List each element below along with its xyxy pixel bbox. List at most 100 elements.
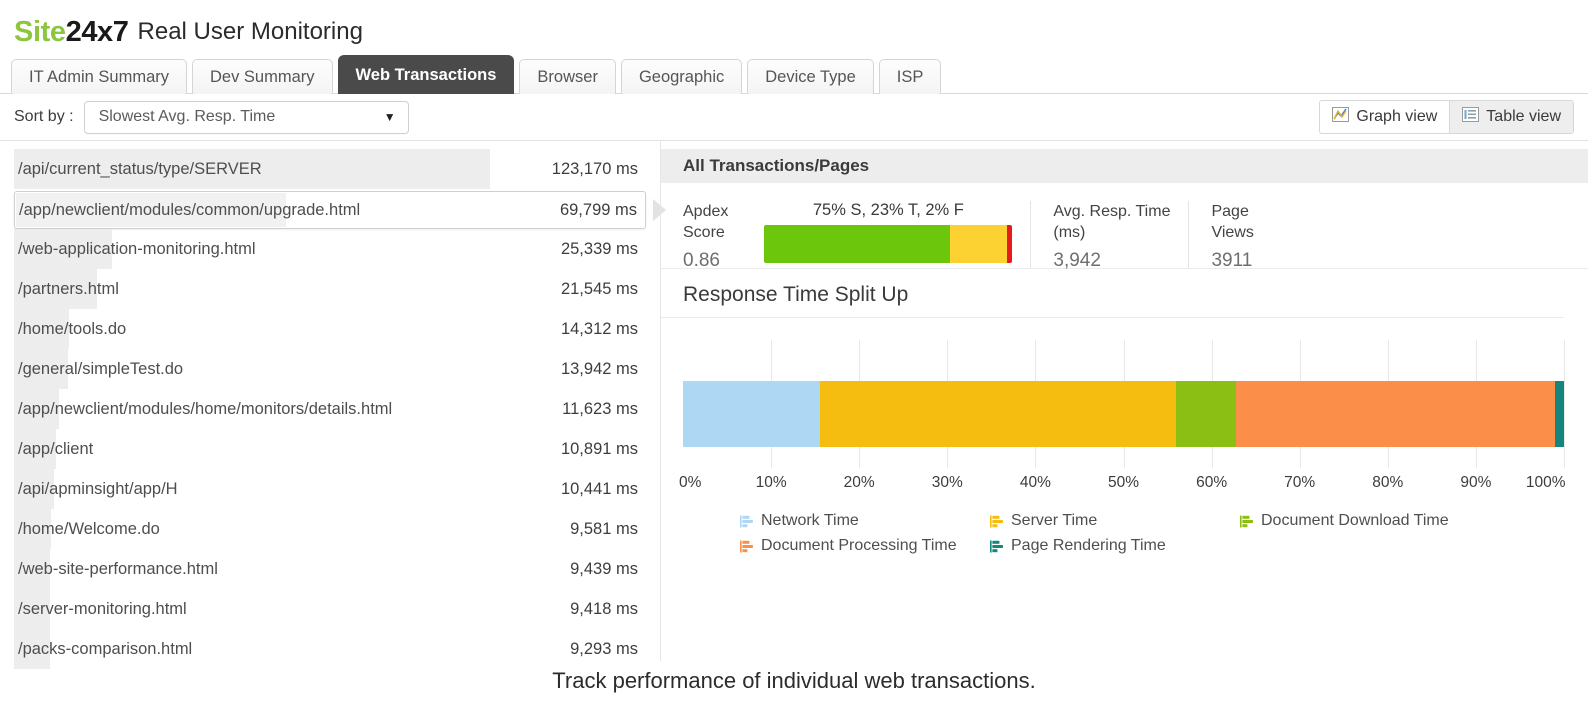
transaction-row-value: 11,623 ms xyxy=(562,389,638,429)
chart-x-tick-label: 10% xyxy=(756,474,787,492)
bar-segment-network-time[interactable] xyxy=(683,381,820,447)
chart-x-tick-label: 80% xyxy=(1372,474,1403,492)
graph-view-button[interactable]: Graph view xyxy=(1320,101,1449,133)
transaction-row[interactable]: /app/client10,891 ms xyxy=(14,429,646,469)
legend-item[interactable]: Network Time xyxy=(739,512,989,530)
transaction-list: /api/current_status/type/SERVER 123,170 m… xyxy=(0,141,660,661)
page-views-label-line1: Page xyxy=(1211,201,1253,222)
bar-segment-document-processing-time[interactable] xyxy=(1236,381,1555,447)
avg-resp-label-line1: Avg. Resp. Time xyxy=(1053,201,1170,222)
transaction-row-name: /app/newclient/modules/common/upgrade.ht… xyxy=(19,192,360,228)
chart-x-axis: 0%10%20%30%40%50%60%70%80%90%100% xyxy=(683,474,1564,498)
chart-x-tick-label: 40% xyxy=(1020,474,1051,492)
logo-site-text: Site xyxy=(14,16,66,48)
table-view-label: Table view xyxy=(1486,108,1561,126)
legend-item[interactable]: Server Time xyxy=(989,512,1239,530)
kpi-apdex: Apdex Score 0.86 75% S, 23% T, 2% F xyxy=(661,201,1030,268)
transaction-row-name: /packs-comparison.html xyxy=(18,629,192,669)
sort-by-value: Slowest Avg. Resp. Time xyxy=(99,108,276,126)
bar-segment-document-download-time[interactable] xyxy=(1176,381,1236,447)
transaction-row-value: 10,441 ms xyxy=(561,469,638,509)
transaction-row-name: /api/current_status/type/SERVER xyxy=(18,149,262,189)
apdex-label-line1: Apdex xyxy=(683,201,728,222)
chart-gridline xyxy=(1564,340,1565,468)
apdex-segment-frustrated xyxy=(1007,225,1012,263)
transaction-row-value: 9,439 ms xyxy=(570,549,638,589)
graph-view-label: Graph view xyxy=(1356,108,1437,126)
transaction-row-value: 9,293 ms xyxy=(570,629,638,669)
chart-x-tick-label: 100% xyxy=(1526,474,1566,492)
tab-dev-summary[interactable]: Dev Summary xyxy=(192,59,333,95)
product-title: Real User Monitoring xyxy=(138,18,363,46)
content-area: /api/current_status/type/SERVER 123,170 m… xyxy=(0,141,1588,661)
transaction-row[interactable]: /app/newclient/modules/home/monitors/det… xyxy=(14,389,646,429)
apdex-segment-satisfied xyxy=(764,225,950,263)
apdex-value: 0.86 xyxy=(683,250,728,272)
chart-x-tick-label: 60% xyxy=(1196,474,1227,492)
transaction-row-name: /app/client xyxy=(18,429,93,469)
apdex-breakdown-caption: 75% S, 23% T, 2% F xyxy=(764,201,1012,220)
chart-x-tick-label: 30% xyxy=(932,474,963,492)
page-caption: Track performance of individual web tran… xyxy=(0,668,1588,694)
tab-it-admin-summary[interactable]: IT Admin Summary xyxy=(11,59,187,95)
legend-item[interactable]: Document Processing Time xyxy=(739,537,989,555)
transaction-row-name: /home/Welcome.do xyxy=(18,509,160,549)
avg-resp-label-line2: (ms) xyxy=(1053,222,1170,243)
tab-browser[interactable]: Browser xyxy=(519,59,616,95)
site24x7-logo: Site24x7 xyxy=(14,16,129,49)
kpi-row: Apdex Score 0.86 75% S, 23% T, 2% F Avg.… xyxy=(661,183,1588,269)
logo-num-text: 24x7 xyxy=(66,16,129,48)
transaction-row-value: 123,170 ms xyxy=(552,149,638,189)
transaction-row-value: 21,545 ms xyxy=(561,269,638,309)
chart-x-tick-label: 90% xyxy=(1460,474,1491,492)
chart-x-tick-label: 70% xyxy=(1284,474,1315,492)
view-toggle-group: Graph view Table view xyxy=(1319,100,1574,134)
legend-item[interactable]: Document Download Time xyxy=(1239,512,1479,530)
transaction-row-value: 69,799 ms xyxy=(560,192,637,228)
legend-label: Network Time xyxy=(761,512,859,530)
bar-segment-page-rendering-time[interactable] xyxy=(1555,381,1564,447)
kpi-avg-resp-time: Avg. Resp. Time (ms) 3,942 xyxy=(1030,201,1188,268)
tab-geographic[interactable]: Geographic xyxy=(621,59,742,95)
legend-item[interactable]: Page Rendering Time xyxy=(989,537,1239,555)
transaction-row-name: /api/apminsight/app/H xyxy=(18,469,178,509)
transaction-row-name: /home/tools.do xyxy=(18,309,126,349)
chart-x-tick-label: 20% xyxy=(844,474,875,492)
detail-panel: All Transactions/Pages Apdex Score 0.86 … xyxy=(660,141,1588,661)
page-views-label-line2: Views xyxy=(1211,222,1253,243)
table-view-button[interactable]: Table view xyxy=(1449,101,1573,133)
chart-legend: Network Time Server Time Document Download… xyxy=(739,512,1479,555)
panel-title: All Transactions/Pages xyxy=(661,149,1588,183)
tab-web-transactions[interactable]: Web Transactions xyxy=(338,55,515,95)
transaction-row[interactable]: /home/Welcome.do9,581 ms xyxy=(14,509,646,549)
tab-isp[interactable]: ISP xyxy=(879,59,942,95)
transaction-row-value: 13,942 ms xyxy=(561,349,638,389)
transaction-row-value: 25,339 ms xyxy=(561,229,638,269)
transaction-row[interactable]: /partners.html21,545 ms xyxy=(14,269,646,309)
transaction-row[interactable]: /app/newclient/modules/common/upgrade.ht… xyxy=(14,191,646,229)
legend-label: Page Rendering Time xyxy=(1011,537,1166,555)
transaction-row[interactable]: /web-site-performance.html9,439 ms xyxy=(14,549,646,589)
bar-chart-icon xyxy=(739,514,754,529)
avg-resp-label: Avg. Resp. Time (ms) xyxy=(1053,201,1170,244)
graph-icon xyxy=(1332,107,1349,127)
transaction-row[interactable]: /home/tools.do14,312 ms xyxy=(14,309,646,349)
apdex-label-line2: Score xyxy=(683,222,728,243)
chart-x-tick-label: 0% xyxy=(679,474,701,492)
avg-resp-value: 3,942 xyxy=(1053,250,1170,272)
legend-label: Server Time xyxy=(1011,512,1097,530)
transaction-row[interactable]: /general/simpleTest.do13,942 ms xyxy=(14,349,646,389)
transaction-row[interactable]: /web-application-monitoring.html25,339 m… xyxy=(14,229,646,269)
tab-device-type[interactable]: Device Type xyxy=(747,59,874,95)
transaction-row[interactable]: /packs-comparison.html 9,293 ms xyxy=(14,629,646,669)
toolbar: Sort by : Slowest Avg. Resp. Time ▼ Grap… xyxy=(0,94,1588,141)
transaction-row[interactable]: /api/apminsight/app/H 10,441 ms xyxy=(14,469,646,509)
bar-segment-server-time[interactable] xyxy=(820,381,1177,447)
legend-label: Document Download Time xyxy=(1261,512,1449,530)
transaction-row[interactable]: /api/current_status/type/SERVER 123,170 m… xyxy=(14,149,646,189)
response-time-split-chart: 0%10%20%30%40%50%60%70%80%90%100% xyxy=(683,340,1564,500)
page-views-label: Page Views xyxy=(1211,201,1253,244)
transaction-row[interactable]: /server-monitoring.html9,418 ms xyxy=(14,589,646,629)
transaction-row-name: /server-monitoring.html xyxy=(18,589,187,629)
sort-by-select[interactable]: Slowest Avg. Resp. Time ▼ xyxy=(84,101,409,134)
